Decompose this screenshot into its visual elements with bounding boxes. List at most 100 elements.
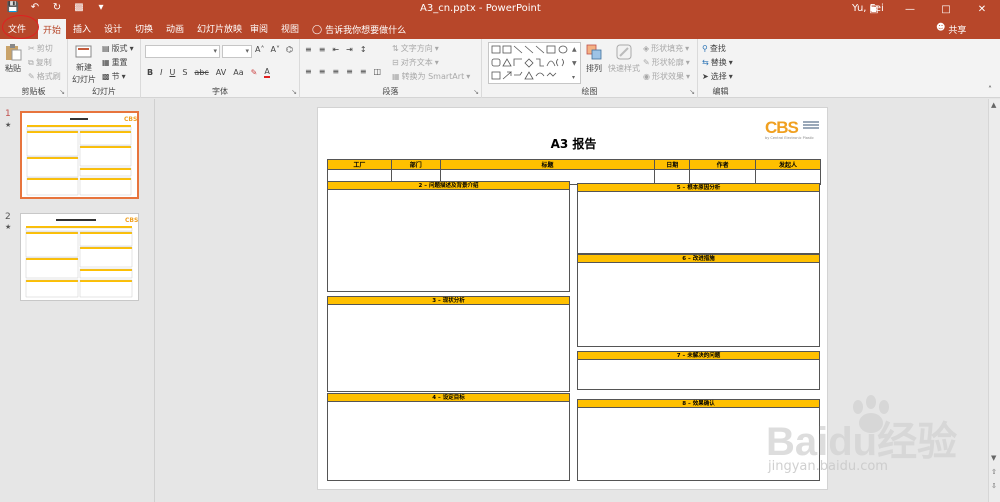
clear-format-icon[interactable]: ⌬ bbox=[286, 45, 293, 54]
maximize-icon[interactable]: □ bbox=[928, 0, 964, 19]
scroll-up-icon[interactable]: ▲ bbox=[991, 101, 996, 109]
align-center-icon[interactable]: ≡ bbox=[319, 67, 326, 76]
tab-transitions[interactable]: 切换 bbox=[135, 22, 153, 35]
slide-thumbnail-2[interactable]: CBS bbox=[20, 213, 139, 301]
tab-design[interactable]: 设计 bbox=[104, 22, 122, 35]
section-5-header: 5 – 根本原因分析 bbox=[578, 184, 819, 192]
drawing-launcher-icon[interactable]: ↘ bbox=[689, 88, 695, 96]
tab-slideshow[interactable]: 幻灯片放映 bbox=[197, 22, 242, 35]
minimize-icon[interactable]: — bbox=[892, 0, 928, 19]
distribute-icon[interactable]: ≡ bbox=[360, 67, 367, 76]
font-group-label: 字体 bbox=[212, 87, 228, 96]
scroll-down-icon[interactable]: ▼ bbox=[991, 454, 996, 462]
smartart-button[interactable]: ▦ 转换为 SmartArt ▾ bbox=[392, 71, 470, 82]
thumbnail-star-1: ★ bbox=[5, 121, 12, 129]
header-department: 部门 bbox=[390, 159, 441, 170]
slideshow-icon[interactable]: ▩ bbox=[72, 2, 86, 13]
section-2-box[interactable]: 2 – 问题描述及背景介绍 bbox=[327, 181, 570, 292]
person-icon: ☻ bbox=[936, 23, 946, 33]
decrease-font-icon[interactable]: A˅ bbox=[270, 45, 279, 54]
shape-outline-button[interactable]: ✎ 形状轮廓 ▾ bbox=[643, 57, 690, 68]
clipboard-launcher-icon[interactable]: ↘ bbox=[59, 88, 65, 96]
section-6-box[interactable]: 6 – 改进措施 bbox=[577, 254, 820, 347]
bold-icon[interactable]: B bbox=[147, 68, 153, 77]
paste-button[interactable]: 粘贴 bbox=[4, 43, 22, 74]
tab-animations[interactable]: 动画 bbox=[166, 22, 184, 35]
cut-button[interactable]: ✂ 剪切 bbox=[28, 43, 53, 54]
save-icon[interactable]: 💾 bbox=[6, 2, 20, 13]
reset-icon: ▦ bbox=[102, 58, 110, 67]
scissors-icon: ✂ bbox=[28, 44, 35, 53]
text-direction-button[interactable]: ⇅ 文字方向 ▾ bbox=[392, 43, 439, 54]
shape-effects-button[interactable]: ◉ 形状效果 ▾ bbox=[643, 71, 690, 82]
layout-button[interactable]: ▤ 版式 ▾ bbox=[102, 43, 134, 54]
previous-slide-icon[interactable]: ⇧ bbox=[991, 468, 997, 476]
collapse-ribbon-icon[interactable]: ˄ bbox=[988, 85, 992, 94]
align-right-icon[interactable]: ≡ bbox=[332, 67, 339, 76]
header-initiator: 发起人 bbox=[755, 159, 821, 170]
decrease-indent-icon[interactable]: ⇤ bbox=[332, 45, 339, 54]
share-button[interactable]: ☻ 共享 bbox=[936, 23, 966, 36]
shapes-icon: ▲ ▼ ▾ bbox=[491, 45, 577, 81]
arrange-button[interactable]: 排列 bbox=[585, 43, 603, 74]
columns-icon[interactable]: ◫ bbox=[374, 67, 382, 76]
tab-home[interactable]: 开始 bbox=[38, 19, 67, 39]
pen-icon: ✎ bbox=[643, 58, 650, 67]
font-color-icon[interactable]: A bbox=[264, 67, 270, 78]
font-launcher-icon[interactable]: ↘ bbox=[291, 88, 297, 96]
logo-tagline: by Central Electronic Plastic bbox=[765, 136, 814, 140]
quick-styles-button[interactable]: 快速样式 bbox=[608, 43, 640, 74]
align-text-button[interactable]: ⊟ 对齐文本 ▾ bbox=[392, 57, 439, 68]
highlight-icon[interactable]: ✎ bbox=[251, 68, 258, 77]
line-spacing-icon[interactable]: ↕ bbox=[360, 45, 367, 54]
new-slide-button[interactable]: 新建 幻灯片 bbox=[72, 43, 96, 85]
shape-gallery[interactable]: ▲ ▼ ▾ bbox=[488, 42, 581, 84]
font-name-combo[interactable]: ▾ bbox=[145, 45, 220, 58]
change-case-icon[interactable]: Aa bbox=[233, 68, 243, 77]
drawing-group-label: 绘图 bbox=[581, 87, 598, 96]
current-slide[interactable]: A3 报告 CBS by Central Electronic Plastic … bbox=[317, 107, 828, 490]
tell-me-label: 告诉我你想要做什么 bbox=[325, 26, 407, 36]
redo-icon[interactable]: ↻ bbox=[50, 2, 64, 13]
section-4-box[interactable]: 4 – 设定目标 bbox=[327, 393, 570, 481]
char-spacing-icon[interactable]: AV bbox=[216, 68, 226, 77]
font-size-combo[interactable]: ▾ bbox=[222, 45, 252, 58]
tab-review[interactable]: 审阅 bbox=[250, 22, 268, 35]
slide-title[interactable]: A3 报告 bbox=[318, 135, 829, 152]
increase-font-icon[interactable]: A˄ bbox=[255, 45, 264, 54]
justify-icon[interactable]: ≡ bbox=[346, 67, 353, 76]
shadow-icon[interactable]: S bbox=[182, 68, 187, 77]
customize-icon[interactable]: ▾ bbox=[94, 2, 108, 13]
section-button[interactable]: ▩ 节 ▾ bbox=[102, 71, 126, 82]
svg-text:▲: ▲ bbox=[572, 46, 577, 53]
bullets-icon[interactable]: ≡ bbox=[305, 45, 312, 54]
close-icon[interactable]: ✕ bbox=[964, 0, 1000, 19]
next-slide-icon[interactable]: ⇩ bbox=[991, 482, 997, 490]
undo-icon[interactable]: ↶ bbox=[28, 2, 42, 13]
tab-insert[interactable]: 插入 bbox=[73, 22, 91, 35]
slide-thumbnail-1[interactable]: CBS bbox=[20, 111, 139, 199]
strikethrough-icon[interactable]: abc bbox=[194, 68, 208, 77]
shape-fill-button[interactable]: ◈ 形状填充 ▾ bbox=[643, 43, 689, 54]
increase-indent-icon[interactable]: ⇥ bbox=[346, 45, 353, 54]
align-left-icon[interactable]: ≡ bbox=[305, 67, 312, 76]
section-5-box[interactable]: 5 – 根本原因分析 bbox=[577, 183, 820, 254]
ribbon: 粘贴 ✂ 剪切 ⧉ 复制 ✎ 格式刷 剪贴板 ↘ 新建 幻灯片 ▤ 版式 ▾ ▦ 重置 ▩ 节… bbox=[0, 39, 1000, 98]
watermark: Baidu经验 jingyan.baidu.com bbox=[760, 395, 990, 495]
paragraph-launcher-icon[interactable]: ↘ bbox=[473, 88, 479, 96]
section-7-box[interactable]: 7 – 未解决的问题 bbox=[577, 351, 820, 390]
underline-icon[interactable]: U bbox=[169, 68, 175, 77]
tell-me-search[interactable]: ◯ 告诉我你想要做什么 bbox=[312, 23, 407, 37]
section-3-box[interactable]: 3 – 现状分析 bbox=[327, 296, 570, 392]
numbering-icon[interactable]: ≡ bbox=[319, 45, 326, 54]
select-button[interactable]: ➤ 选择 ▾ bbox=[702, 71, 733, 82]
find-button[interactable]: ⚲ 查找 bbox=[702, 43, 726, 54]
italic-icon[interactable]: I bbox=[160, 68, 162, 77]
tab-view[interactable]: 视图 bbox=[281, 22, 299, 35]
paragraph-group-label: 段落 bbox=[382, 87, 399, 96]
ribbon-display-icon[interactable]: ▣ bbox=[856, 0, 892, 19]
replace-button[interactable]: ⇆ 替换 ▾ bbox=[702, 57, 733, 68]
reset-button[interactable]: ▦ 重置 bbox=[102, 57, 128, 68]
copy-button[interactable]: ⧉ 复制 bbox=[28, 57, 52, 68]
format-painter-button[interactable]: ✎ 格式刷 bbox=[28, 71, 61, 82]
